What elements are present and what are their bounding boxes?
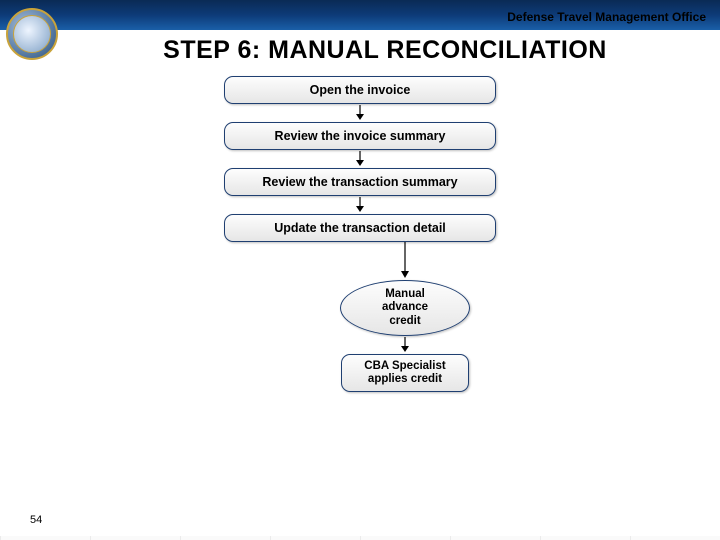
arrow-down-icon <box>355 151 365 167</box>
arrow-down-icon <box>355 105 365 121</box>
step-review-transaction-summary: Review the transaction summary <box>224 168 496 196</box>
arrow-down-icon <box>400 337 410 353</box>
org-name: Defense Travel Management Office <box>507 10 706 24</box>
step-review-invoice-summary: Review the invoice summary <box>224 122 496 150</box>
arrow-down-icon <box>355 197 365 213</box>
connector-elbow <box>400 242 410 280</box>
page-number: 54 <box>30 514 42 526</box>
slide-title: STEP 6: MANUAL RECONCILIATION <box>70 36 700 65</box>
dod-seal <box>6 8 58 60</box>
step-update-transaction-detail: Update the transaction detail <box>224 214 496 242</box>
flowchart: Open the invoice Review the invoice summ… <box>0 76 720 392</box>
step-open-invoice: Open the invoice <box>224 76 496 104</box>
small-box-label: CBA Specialist applies credit <box>364 360 445 385</box>
oval-label: Manual advance credit <box>382 288 428 328</box>
step-cba-specialist-applies-credit: CBA Specialist applies credit <box>341 354 469 392</box>
step-manual-advance-credit: Manual advance credit <box>340 280 470 336</box>
thumbnail-strip <box>0 536 720 540</box>
